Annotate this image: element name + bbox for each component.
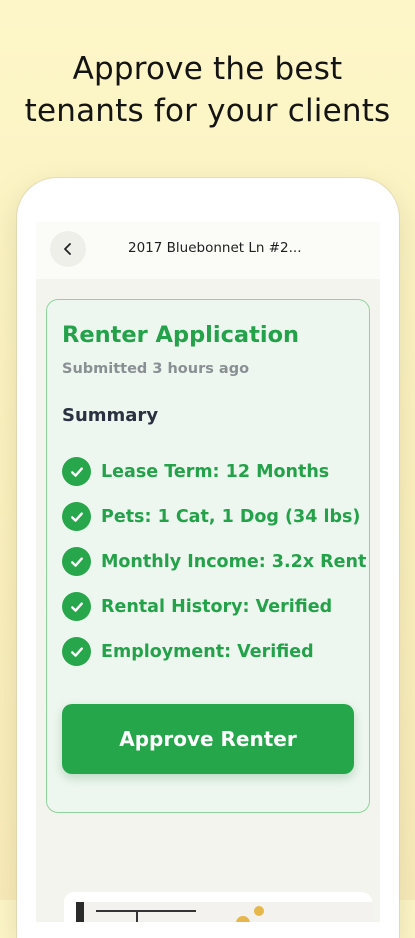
headline-line-1: Approve the best — [72, 51, 343, 87]
summary-item-rental-history: Rental History: Verified — [62, 584, 362, 629]
check-circle-icon — [62, 637, 91, 666]
photo-detail — [136, 910, 138, 922]
summary-item-label: Lease Term: 12 Months — [101, 461, 330, 482]
submitted-time: Submitted 3 hours ago — [62, 361, 250, 377]
photo-detail — [254, 906, 264, 916]
summary-item-label: Rental History: Verified — [101, 596, 333, 617]
marketing-headline: Approve the best tenants for your client… — [0, 48, 415, 132]
property-address-title: 2017 Bluebonnet Ln #2... — [128, 240, 302, 256]
summary-item-label: Pets: 1 Cat, 1 Dog (34 lbs) — [101, 506, 361, 527]
summary-item-monthly-income: Monthly Income: 3.2x Rent — [62, 539, 366, 584]
summary-item-label: Monthly Income: 3.2x Rent — [101, 551, 367, 572]
photo-detail — [236, 916, 250, 922]
property-photo — [76, 902, 374, 922]
application-title: Renter Application — [62, 322, 300, 348]
photo-detail — [96, 910, 196, 912]
check-circle-icon — [62, 547, 91, 576]
check-circle-icon — [62, 457, 91, 486]
check-circle-icon — [62, 502, 91, 531]
property-photo-card[interactable] — [64, 892, 374, 922]
app-screen: 2017 Bluebonnet Ln #2... Renter Applicat… — [36, 222, 380, 922]
summary-list: Lease Term: 12 Months Pets: 1 Cat, 1 Dog… — [62, 449, 366, 674]
summary-item-lease-term: Lease Term: 12 Months — [62, 449, 362, 494]
approve-renter-button[interactable]: Approve Renter — [62, 704, 354, 774]
top-nav-bar: 2017 Bluebonnet Ln #2... — [36, 222, 380, 279]
back-button[interactable] — [50, 231, 86, 267]
phone-frame: 2017 Bluebonnet Ln #2... Renter Applicat… — [17, 178, 399, 938]
summary-heading: Summary — [62, 405, 159, 426]
renter-application-card: Renter Application Submitted 3 hours ago… — [46, 299, 370, 813]
summary-item-label: Employment: Verified — [101, 641, 314, 662]
headline-line-2: tenants for your clients — [24, 93, 391, 129]
chevron-left-icon — [64, 243, 71, 255]
summary-item-pets: Pets: 1 Cat, 1 Dog (34 lbs) — [62, 494, 362, 539]
summary-item-employment: Employment: Verified — [62, 629, 362, 674]
check-circle-icon — [62, 592, 91, 621]
